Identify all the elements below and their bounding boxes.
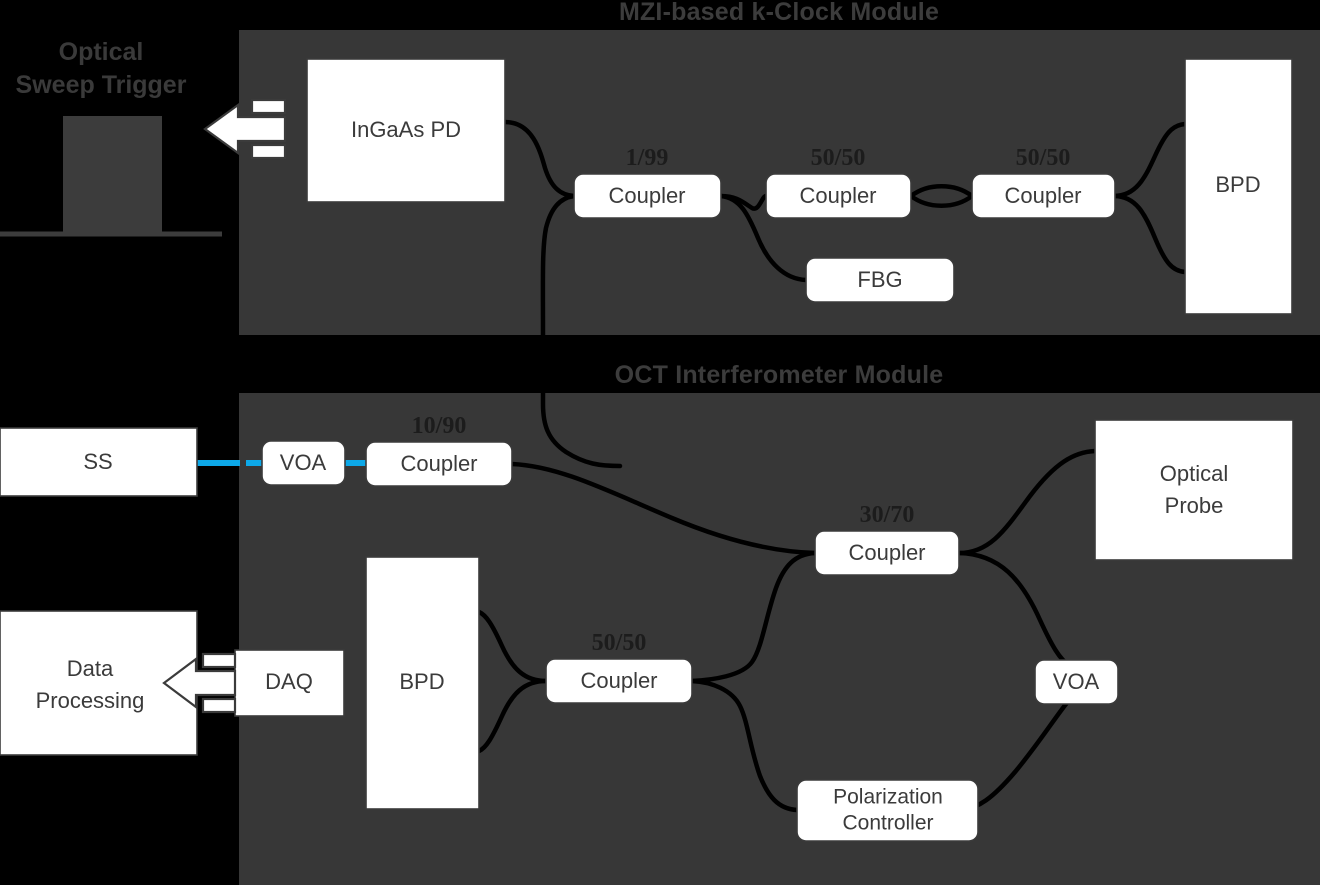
block-label-voa-ref: VOA xyxy=(1053,669,1100,694)
block-fbg[interactable]: FBG xyxy=(805,257,955,303)
block-label-optical-probe-line2: Probe xyxy=(1165,493,1224,518)
oct-module-title: OCT Interferometer Module xyxy=(615,361,944,389)
ratio-label-coupler-50-50-a: 50/50 xyxy=(811,145,866,171)
diagram-canvas: MZI-based k-Clock Module OCT Interferome… xyxy=(0,0,1320,885)
block-label-polctrl-line2: Controller xyxy=(842,812,933,835)
block-bpd-bottom[interactable]: BPD xyxy=(365,556,480,810)
block-label-bpd-bottom: BPD xyxy=(399,669,444,694)
block-polarization-controller[interactable]: Polarization Controller xyxy=(796,779,979,842)
block-label-data-processing-line1: Data xyxy=(67,656,114,681)
block-label-coupler-50-50-c: Coupler xyxy=(580,668,657,693)
ratio-label-coupler-50-50-c: 50/50 xyxy=(592,630,647,656)
block-label-polctrl-line1: Polarization xyxy=(833,786,943,809)
trigger-heading-line1: Optical xyxy=(59,38,144,66)
ratio-label-coupler-50-50-b: 50/50 xyxy=(1016,145,1071,171)
block-voa-ref[interactable]: VOA xyxy=(1034,659,1119,705)
block-label-coupler-50-50-a: Coupler xyxy=(799,183,876,208)
ratio-label-coupler-30-70: 30/70 xyxy=(860,502,915,528)
block-ingaas-pd[interactable]: InGaAs PD xyxy=(306,58,506,203)
block-label-data-processing-line2: Processing xyxy=(36,688,145,713)
block-label-coupler-1-99: Coupler xyxy=(608,183,685,208)
kclock-module-title: MZI-based k-Clock Module xyxy=(619,0,939,26)
block-ss[interactable]: SS xyxy=(0,427,198,497)
ratio-label-coupler-10-90: 10/90 xyxy=(412,413,467,439)
block-label-ingaas-pd: InGaAs PD xyxy=(351,117,461,142)
block-label-fbg: FBG xyxy=(857,267,902,292)
trigger-pulse-waveform xyxy=(63,116,162,233)
block-bpd-top[interactable]: BPD xyxy=(1184,58,1293,315)
system-block-diagram: MZI-based k-Clock Module OCT Interferome… xyxy=(0,0,1320,885)
block-optical-probe[interactable]: Optical Probe xyxy=(1094,419,1294,561)
block-label-coupler-50-50-b: Coupler xyxy=(1004,183,1081,208)
block-label-voa-in: VOA xyxy=(280,450,327,475)
ratio-label-coupler-1-99: 1/99 xyxy=(626,145,669,171)
block-label-coupler-30-70: Coupler xyxy=(848,540,925,565)
trigger-heading-line2: Sweep Trigger xyxy=(16,71,187,99)
block-label-ss: SS xyxy=(83,449,112,474)
block-label-daq: DAQ xyxy=(265,669,313,694)
block-label-bpd-top: BPD xyxy=(1215,172,1260,197)
block-daq[interactable]: DAQ xyxy=(234,649,345,717)
block-label-optical-probe-line1: Optical xyxy=(1160,461,1228,486)
block-label-coupler-10-90: Coupler xyxy=(400,451,477,476)
block-voa-in[interactable]: VOA xyxy=(261,440,346,486)
